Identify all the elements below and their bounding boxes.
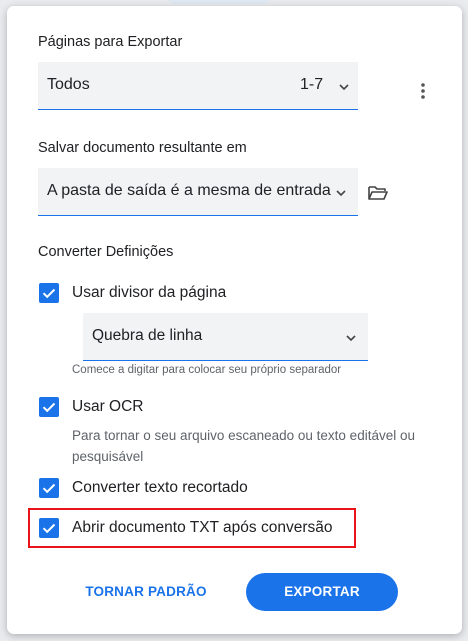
cropped-text-label: Converter texto recortado xyxy=(72,479,248,496)
pages-select-value: Todos xyxy=(47,76,90,93)
chevron-down-icon xyxy=(339,84,349,91)
output-section-title: Salvar documento resultante em xyxy=(38,140,247,156)
divider-hint: Comece a digitar para colocar seu própri… xyxy=(72,364,342,376)
page-divider-label: Usar divisor da página xyxy=(72,284,227,301)
export-button[interactable]: EXPORTAR xyxy=(246,573,398,611)
chevron-down-icon xyxy=(346,335,356,342)
pages-range: 1-7 xyxy=(300,76,324,93)
top-tab-decoration xyxy=(166,0,272,4)
check-icon xyxy=(42,402,56,413)
output-folder-select[interactable]: A pasta de saída é a mesma de entrada xyxy=(38,168,358,216)
pages-select[interactable]: Todos 1-7 xyxy=(38,62,358,110)
set-default-button[interactable]: TORNAR PADRÃO xyxy=(80,580,212,604)
ocr-checkbox[interactable] xyxy=(39,397,59,417)
check-icon xyxy=(42,483,56,494)
pages-section-title: Páginas para Exportar xyxy=(38,34,183,50)
divider-type-select[interactable]: Quebra de linha xyxy=(83,313,368,361)
ocr-label: Usar OCR xyxy=(72,398,144,415)
page-divider-checkbox[interactable] xyxy=(39,283,59,303)
more-vert-icon[interactable] xyxy=(413,80,433,102)
ocr-hint: Para tornar o seu arquivo escaneado ou t… xyxy=(72,428,415,464)
highlight-box xyxy=(28,508,356,548)
output-folder-value: A pasta de saída é a mesma de entrada xyxy=(47,182,331,199)
cropped-text-checkbox[interactable] xyxy=(39,478,59,498)
settings-section-title: Converter Definições xyxy=(38,244,174,260)
divider-type-value: Quebra de linha xyxy=(92,327,203,344)
chevron-down-icon xyxy=(336,190,346,197)
folder-open-icon[interactable] xyxy=(367,183,389,203)
check-icon xyxy=(42,288,56,299)
